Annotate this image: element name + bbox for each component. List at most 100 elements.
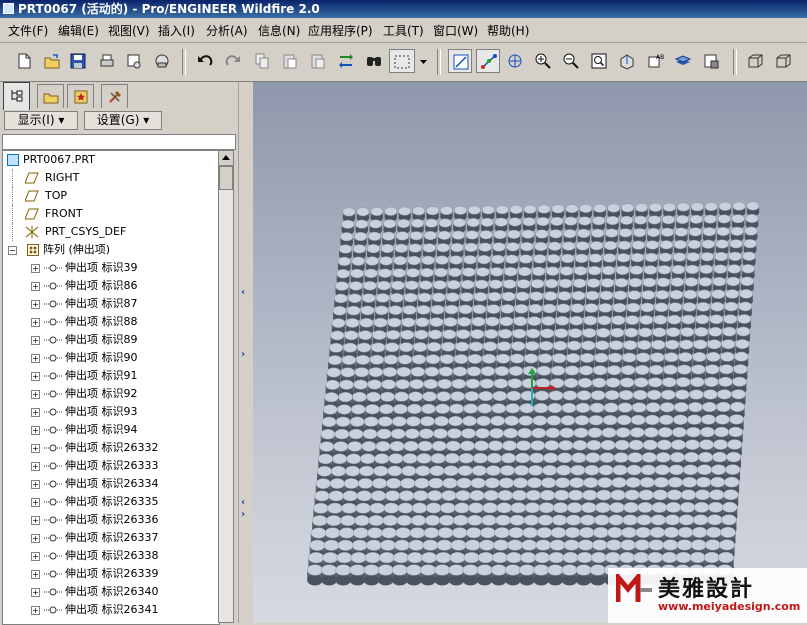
expand-icon[interactable]: + [31,480,40,489]
datum-axis-icon[interactable] [476,49,500,73]
save-icon[interactable] [66,49,90,73]
paste-icon[interactable] [278,49,302,73]
tree-datum[interactable]: TOP [3,187,219,205]
tree-item-protrusion[interactable]: + 伸出项 标识26333 [3,457,219,475]
model-setup-icon[interactable] [699,49,723,73]
expand-icon[interactable]: + [31,516,40,525]
expand-icon[interactable]: + [31,588,40,597]
new-icon[interactable] [12,49,36,73]
graphics-viewport[interactable] [253,82,807,623]
tree-item-protrusion[interactable]: + 伸出项 标识26339 [3,565,219,583]
menu-window[interactable]: 窗口(W) [433,23,478,39]
tree-item-protrusion[interactable]: + 伸出项 标识91 [3,367,219,385]
expand-icon[interactable]: + [31,372,40,381]
expand-icon[interactable]: + [31,318,40,327]
menu-file[interactable]: 文件(F) [8,23,48,39]
tab-favorites[interactable] [67,84,94,108]
tree-item-protrusion[interactable]: + 伸出项 标识86 [3,277,219,295]
tree-item-protrusion[interactable]: + 伸出项 标识26341 [3,601,219,619]
tree-datum[interactable]: PRT_CSYS_DEF [3,223,219,241]
tree-item-protrusion[interactable]: + 伸出项 标识88 [3,313,219,331]
expand-icon[interactable]: + [31,354,40,363]
select-box-icon[interactable] [389,49,415,73]
view-wireframe-icon[interactable] [743,49,767,73]
tree-root[interactable]: PRT0067.PRT [3,151,219,169]
menu-applications[interactable]: 应用程序(P) [308,23,373,39]
orient-icon[interactable] [615,49,639,73]
layers-icon[interactable] [671,49,695,73]
tree-item-protrusion[interactable]: + 伸出项 标识87 [3,295,219,313]
menu-insert[interactable]: 插入(I) [158,23,195,39]
send-icon[interactable] [122,49,146,73]
tree-item-protrusion[interactable]: + 伸出项 标识26337 [3,529,219,547]
paste-special-icon[interactable] [306,49,330,73]
zoom-in-icon[interactable] [531,49,555,73]
tree-item-protrusion[interactable]: + 伸出项 标识26332 [3,439,219,457]
expand-right-arrow[interactable]: › [241,350,245,360]
regenerate-icon[interactable] [334,49,358,73]
menu-help[interactable]: 帮助(H) [487,23,529,39]
expand-icon[interactable]: + [31,534,40,543]
tab-model-tree[interactable] [3,82,30,110]
tree-pattern[interactable]: − 阵列 (伸出项) [3,241,219,259]
cylinder-top [696,464,713,476]
mail-icon[interactable] [150,49,174,73]
expand-icon[interactable]: + [31,498,40,507]
tree-datum[interactable]: RIGHT [3,169,219,187]
expand-icon[interactable]: + [31,426,40,435]
collapse-left-arrow[interactable]: ‹ [241,498,245,508]
menu-view[interactable]: 视图(V) [108,23,150,39]
datum-point-icon[interactable] [503,49,527,73]
open-icon[interactable] [40,49,64,73]
menu-edit[interactable]: 编辑(E) [58,23,99,39]
dropdown-icon[interactable] [416,49,430,73]
tree-item-protrusion[interactable]: + 伸出项 标识26340 [3,583,219,601]
expand-icon[interactable]: + [31,282,40,291]
collapse-left-arrow[interactable]: ‹ [241,288,245,298]
menu-analysis[interactable]: 分析(A) [206,23,248,39]
tree-item-protrusion[interactable]: + 伸出项 标识39 [3,259,219,277]
expand-icon[interactable]: + [31,408,40,417]
copy-icon[interactable] [250,49,274,73]
tree-item-protrusion[interactable]: + 伸出项 标识26334 [3,475,219,493]
tree-item-protrusion[interactable]: + 伸出项 标识90 [3,349,219,367]
tree-item-protrusion[interactable]: + 伸出项 标识92 [3,385,219,403]
menu-tools[interactable]: 工具(T) [383,23,424,39]
tree-item-protrusion[interactable]: + 伸出项 标识89 [3,331,219,349]
menu-info[interactable]: 信息(N) [258,23,300,39]
refit-icon[interactable] [587,49,611,73]
show-dropdown[interactable]: 显示(I) ▾ [4,111,78,130]
saved-views-icon[interactable]: AB [643,49,667,73]
tree-item-protrusion[interactable]: + 伸出项 标识26335 [3,493,219,511]
expand-icon[interactable]: + [31,336,40,345]
collapse-icon[interactable]: − [8,246,17,255]
tree-scrollbar[interactable] [218,150,234,623]
expand-icon[interactable]: + [31,606,40,615]
view-hidden-icon[interactable] [771,49,795,73]
tab-folder-browser[interactable] [37,84,64,108]
expand-icon[interactable]: + [31,462,40,471]
undo-icon[interactable] [193,49,217,73]
expand-icon[interactable]: + [31,570,40,579]
expand-icon[interactable]: + [31,444,40,453]
tree-item-protrusion[interactable]: + 伸出项 标识26336 [3,511,219,529]
expand-icon[interactable]: + [31,300,40,309]
expand-icon[interactable]: + [31,264,40,273]
expand-icon[interactable]: + [31,390,40,399]
scroll-up-arrow[interactable] [219,151,233,166]
expand-right-arrow[interactable]: › [241,510,245,520]
tree-item-protrusion[interactable]: + 伸出项 标识26338 [3,547,219,565]
scroll-thumb[interactable] [219,166,233,190]
datum-plane-icon[interactable] [448,49,472,73]
tree-item-protrusion[interactable]: + 伸出项 标识94 [3,421,219,439]
zoom-out-icon[interactable] [559,49,583,73]
panel-splitter[interactable]: ‹ › ‹ › [238,82,253,623]
settings-dropdown[interactable]: 设置(G) ▾ [84,111,162,130]
print-icon[interactable] [95,49,119,73]
tree-datum[interactable]: FRONT [3,205,219,223]
tree-item-protrusion[interactable]: + 伸出项 标识93 [3,403,219,421]
expand-icon[interactable]: + [31,552,40,561]
tab-tools[interactable] [101,84,128,108]
find-icon[interactable] [362,49,386,73]
redo-icon[interactable] [221,49,245,73]
